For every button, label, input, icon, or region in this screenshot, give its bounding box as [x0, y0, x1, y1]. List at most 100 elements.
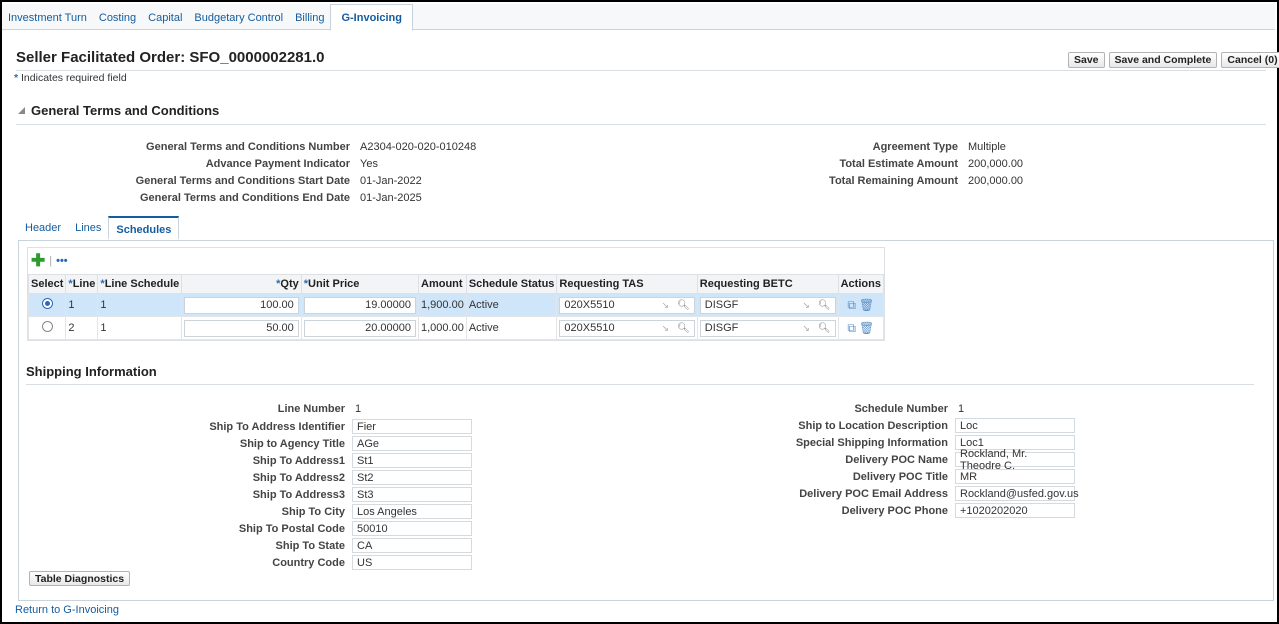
- expand-icon[interactable]: ↘: [662, 300, 670, 311]
- line-cell: 1: [65, 293, 99, 317]
- collapse-triangle-icon[interactable]: [18, 107, 25, 114]
- save-button[interactable]: Save: [1068, 52, 1105, 68]
- search-icon[interactable]: 🔍︎: [818, 300, 831, 311]
- schedules-table: Select *Line *Line Schedule *Qty *Unit Price…: [27, 274, 885, 340]
- more-options-icon[interactable]: •••: [56, 255, 68, 267]
- column-header: Amount: [418, 274, 467, 294]
- table-row[interactable]: 1 1 100.00 19.00000 1,900.00 Active 020X5510 ↘ 🔍…: [27, 293, 885, 317]
- field-input[interactable]: US: [352, 555, 472, 570]
- field-input[interactable]: Fier: [352, 419, 472, 434]
- qty-input[interactable]: 100.00: [184, 296, 299, 314]
- field-row: Total Remaining Amount 200,000.00: [802, 172, 1023, 189]
- field-input[interactable]: Loc: [955, 418, 1075, 433]
- field-input[interactable]: Los Angeles: [352, 504, 472, 519]
- table-diagnostics-button[interactable]: Table Diagnostics: [29, 571, 131, 586]
- delete-icon[interactable]: 🗑︎: [859, 321, 874, 335]
- qty-input[interactable]: 50.00: [184, 319, 299, 337]
- divider: [16, 70, 1266, 71]
- delete-icon[interactable]: 🗑︎: [859, 298, 874, 312]
- field-row: Delivery POC Name Rockland, Mr. Theodre C…: [742, 448, 1075, 472]
- field-row: Ship to Agency Title AGe: [142, 435, 472, 452]
- column-header-label: Line: [72, 278, 96, 290]
- tab-billing[interactable]: Billing: [289, 4, 330, 30]
- expand-icon[interactable]: ↘: [802, 323, 810, 334]
- tab-costing[interactable]: Costing: [93, 4, 142, 30]
- gtc-left-fields: General Terms and Conditions Number A2304…: [122, 138, 477, 206]
- duplicate-icon[interactable]: ⧉: [847, 298, 856, 312]
- search-icon[interactable]: 🔍︎: [677, 323, 690, 334]
- duplicate-icon[interactable]: ⧉: [847, 321, 856, 335]
- tab-g-invoicing[interactable]: G-Invoicing: [330, 4, 413, 31]
- field-row: Ship To Address2 St2: [142, 469, 472, 486]
- field-input[interactable]: St2: [352, 470, 472, 485]
- add-icon[interactable]: ✚: [31, 251, 45, 271]
- field-input[interactable]: Rockland, Mr. Theodre C.: [955, 448, 1075, 472]
- tab-investment-turn[interactable]: Investment Turn: [2, 4, 93, 30]
- field-row: Ship To City Los Angeles: [142, 503, 472, 520]
- field-label: Delivery POC Phone: [841, 504, 948, 517]
- field-value: A2304-020-020-010248: [360, 140, 477, 153]
- search-icon[interactable]: 🔍︎: [818, 323, 831, 334]
- search-icon[interactable]: 🔍︎: [677, 300, 690, 311]
- unit-price-input[interactable]: 20.00000: [303, 319, 416, 337]
- betc-input[interactable]: DISGF ↘ 🔍︎: [699, 296, 836, 314]
- page: Investment Turn Costing Capital Budgetar…: [2, 2, 1279, 622]
- field-label: Ship To Address1: [252, 454, 345, 467]
- select-radio[interactable]: [41, 321, 53, 332]
- column-header: *Unit Price: [300, 274, 420, 294]
- line-schedule-cell: 1: [97, 293, 183, 317]
- field-label: Special Shipping Information: [795, 436, 948, 449]
- return-link[interactable]: Return to G-Invoicing: [15, 604, 119, 616]
- line-cell: 2: [65, 316, 99, 340]
- field-input[interactable]: +1020202020: [955, 503, 1075, 518]
- subtab-header[interactable]: Header: [18, 216, 68, 240]
- expand-icon[interactable]: ↘: [662, 323, 670, 334]
- field-input[interactable]: CA: [352, 538, 472, 553]
- column-header: Requesting TAS: [556, 274, 698, 294]
- field-row: Ship To Address3 St3: [142, 486, 472, 503]
- column-header: Requesting BETC: [696, 274, 839, 294]
- field-value: 1: [958, 402, 965, 415]
- field-row: Advance Payment Indicator Yes: [122, 155, 476, 172]
- field-input[interactable]: 50010: [352, 521, 472, 536]
- select-radio[interactable]: [41, 298, 53, 309]
- column-header-label: Schedule Status: [468, 278, 555, 290]
- subtab-schedules[interactable]: Schedules: [108, 216, 180, 240]
- tas-input[interactable]: 020X5510 ↘ 🔍︎: [559, 296, 695, 314]
- save-and-complete-button[interactable]: Save and Complete: [1108, 52, 1218, 68]
- field-input[interactable]: MR: [955, 469, 1075, 484]
- column-header-label: Unit Price: [308, 278, 360, 290]
- section-header[interactable]: General Terms and Conditions: [18, 103, 219, 118]
- table-toolbar: ✚ | •••: [28, 248, 884, 274]
- amount-cell: 1,000.00: [418, 316, 467, 340]
- expand-icon[interactable]: ↘: [802, 300, 810, 311]
- betc-input[interactable]: DISGF ↘ 🔍︎: [699, 319, 836, 337]
- toolbar-separator: |: [49, 255, 53, 267]
- subtab-lines[interactable]: Lines: [68, 216, 108, 240]
- field-row: Agreement Type Multiple: [802, 138, 1023, 155]
- field-label: Ship To Postal Code: [238, 522, 345, 535]
- field-input[interactable]: St3: [352, 487, 472, 502]
- field-input[interactable]: AGe: [352, 436, 472, 451]
- cancel-button[interactable]: Cancel (0): [1221, 52, 1279, 68]
- field-input[interactable]: St1: [352, 453, 472, 468]
- status-cell: Active: [465, 293, 558, 317]
- field-row: Line Number 1: [142, 400, 472, 417]
- field-label: Ship To City: [281, 505, 345, 518]
- unit-price-input[interactable]: 19.00000: [303, 296, 416, 314]
- field-label: Ship to Location Description: [798, 419, 948, 432]
- column-header: Select: [27, 274, 67, 294]
- tab-capital[interactable]: Capital: [142, 4, 188, 30]
- field-row: General Terms and Conditions End Date 01-…: [122, 189, 476, 206]
- tas-input[interactable]: 020X5510 ↘ 🔍︎: [559, 319, 695, 337]
- field-value: 1: [355, 402, 362, 415]
- table-row[interactable]: 2 1 50.00 20.00000 1,000.00 Active 020X5510 ↘ 🔍︎…: [27, 316, 885, 340]
- column-header-label: Requesting TAS: [559, 278, 644, 290]
- field-label: Ship To State: [275, 539, 345, 552]
- field-label: General Terms and Conditions Start Date: [135, 174, 350, 187]
- field-input[interactable]: Rockland@usfed.gov.us: [955, 486, 1079, 501]
- field-value: Multiple: [968, 140, 1006, 153]
- status-cell: Active: [465, 316, 558, 340]
- shipping-left-fields: Line Number 1 Ship To Address Identifier Fi…: [142, 400, 472, 571]
- tab-budgetary-control[interactable]: Budgetary Control: [188, 4, 289, 30]
